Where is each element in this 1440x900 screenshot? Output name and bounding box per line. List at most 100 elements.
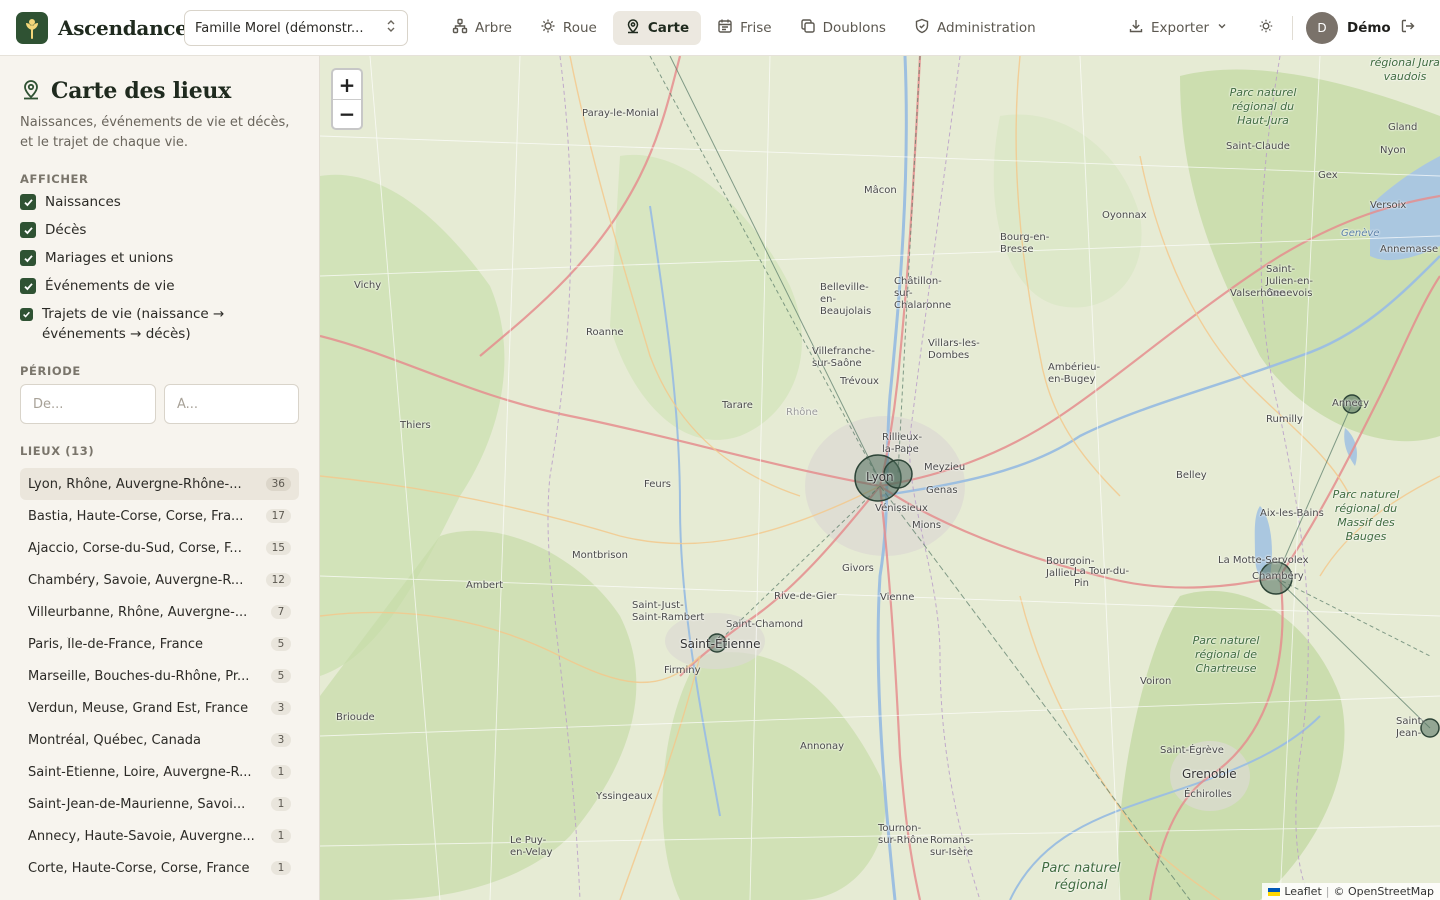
theme-toggle-button[interactable] xyxy=(1252,14,1280,42)
nav-frise[interactable]: Frise xyxy=(705,11,783,45)
place-item[interactable]: Annecy, Haute-Savoie, Auvergne... 1 xyxy=(20,820,299,852)
nav-administration[interactable]: Administration xyxy=(902,11,1048,45)
nav-doublons[interactable]: Doublons xyxy=(788,11,898,45)
show-section-label: AFFICHER xyxy=(20,172,89,186)
sun-icon xyxy=(1258,18,1274,38)
place-item[interactable]: Paris, Île-de-France, France 5 xyxy=(20,628,299,660)
main-nav: Arbre Roue Carte Frise Doublons Administ… xyxy=(440,11,1048,45)
map-pin-icon xyxy=(20,78,42,104)
nav-carte[interactable]: Carte xyxy=(612,11,702,45)
map-label: Châtillon-sur-Chalaronne xyxy=(894,276,952,311)
places-section-label: LIEUX (13) xyxy=(20,444,95,458)
place-item[interactable]: Saint-Jean-de-Maurienne, Savoi... 1 xyxy=(20,788,299,820)
map-label: Rumilly xyxy=(1266,414,1303,425)
chevron-down-icon xyxy=(1216,20,1228,36)
zoom-in-button[interactable]: + xyxy=(333,70,361,99)
filter-naissances[interactable]: Naissances xyxy=(20,192,121,212)
place-item[interactable]: Saint-Étienne, Loire, Auvergne-R... 1 xyxy=(20,756,299,788)
leaflet-link[interactable]: Leaflet xyxy=(1284,885,1321,898)
export-label: Exporter xyxy=(1151,20,1210,36)
map-label: Gland xyxy=(1388,122,1418,133)
export-button[interactable]: Exporter xyxy=(1120,11,1236,45)
place-item[interactable]: Bastia, Haute-Corse, Corse, Fra... 17 xyxy=(20,500,299,532)
shield-icon xyxy=(914,18,930,38)
place-item[interactable]: Chambéry, Savoie, Auvergne-R... 12 xyxy=(20,564,299,596)
map-label: Nyon xyxy=(1380,145,1406,156)
place-item[interactable]: Ajaccio, Corse-du-Sud, Corse, F... 15 xyxy=(20,532,299,564)
filter-evenements[interactable]: Événements de vie xyxy=(20,276,175,296)
map-label: Saint-Jean-de-Maurienne xyxy=(1396,716,1426,739)
checkbox-checked-icon[interactable] xyxy=(20,222,36,238)
place-item[interactable]: Montréal, Québec, Canada 3 xyxy=(20,724,299,756)
place-count-badge: 5 xyxy=(271,669,291,683)
place-item[interactable]: Marseille, Bouches-du-Rhône, Pr... 5 xyxy=(20,660,299,692)
map-label: Versoix xyxy=(1370,200,1407,211)
map-label: La Motte-Servolex xyxy=(1218,555,1309,566)
map-label: Saint-Just-Saint-Rambert xyxy=(632,600,705,623)
place-name: Corte, Haute-Corse, Corse, France xyxy=(28,860,250,876)
map-label: Parc naturel régional du Haut-Jura xyxy=(1229,86,1297,127)
period-to-input[interactable] xyxy=(164,384,299,424)
nav-roue[interactable]: Roue xyxy=(528,11,609,45)
page-title: Carte des lieux xyxy=(51,78,231,104)
map-label: Tarare xyxy=(722,400,753,411)
map-label: Rive-de-Gier xyxy=(774,591,837,602)
chevron-up-down-icon xyxy=(385,19,397,37)
map-label: Vienne xyxy=(880,592,915,603)
place-item[interactable]: Verdun, Meuse, Grand Est, France 3 xyxy=(20,692,299,724)
map-label: Saint-Égrève xyxy=(1160,745,1224,756)
brand[interactable]: Ascendance xyxy=(16,12,188,44)
flag-icon xyxy=(1268,887,1281,896)
checkbox-checked-icon[interactable] xyxy=(20,308,33,321)
map-label: Vénissieux xyxy=(875,503,928,514)
checkbox-checked-icon[interactable] xyxy=(20,250,36,266)
filter-trajets[interactable]: Trajets de vie (naissance → événements →… xyxy=(20,304,250,344)
place-name: Montréal, Québec, Canada xyxy=(28,732,202,748)
logout-button[interactable] xyxy=(1396,16,1420,40)
zoom-out-button[interactable]: − xyxy=(333,99,361,128)
map-label: Trévoux xyxy=(840,376,879,387)
map-label: Échirolles xyxy=(1184,789,1232,800)
download-icon xyxy=(1128,18,1144,38)
map-label: régional Jura vaudois xyxy=(1370,56,1440,83)
map-label: Parc naturel régional de Chartreuse xyxy=(1192,634,1260,675)
map-label: Thiers xyxy=(400,420,431,431)
place-name: Saint-Étienne, Loire, Auvergne-R... xyxy=(28,764,252,780)
nav-arbre[interactable]: Arbre xyxy=(440,11,524,45)
map-label: Rhône xyxy=(786,407,818,418)
place-count-badge: 1 xyxy=(271,829,291,843)
map-label: Montbrison xyxy=(572,550,628,561)
sun-icon xyxy=(540,18,556,38)
tree-selector[interactable]: Famille Morel (démonstr... xyxy=(184,10,408,46)
place-name: Annecy, Haute-Savoie, Auvergne... xyxy=(28,828,255,844)
map-label: Roanne xyxy=(586,327,624,338)
filter-mariages[interactable]: Mariages et unions xyxy=(20,248,173,268)
map-attribution: Leaflet | © OpenStreetMap xyxy=(1262,883,1440,900)
map-label: Parc naturel régional xyxy=(1041,861,1121,893)
map-label: Annonay xyxy=(800,741,845,752)
period-from-input[interactable] xyxy=(20,384,156,424)
tree-icon xyxy=(452,18,468,38)
map-label: Belley xyxy=(1176,470,1207,481)
filter-label: Naissances xyxy=(45,194,121,210)
map-label: Tournon-sur-Rhône xyxy=(878,823,929,846)
filter-deces[interactable]: Décès xyxy=(20,220,86,240)
map-label: Mâcon xyxy=(864,185,897,196)
map-label: Feurs xyxy=(644,479,672,490)
user-menu[interactable]: D Démo xyxy=(1306,12,1391,44)
checkbox-checked-icon[interactable] xyxy=(20,278,36,294)
place-count-badge: 17 xyxy=(265,509,291,523)
place-count-badge: 7 xyxy=(271,605,291,619)
osm-link[interactable]: © OpenStreetMap xyxy=(1333,885,1434,898)
place-item[interactable]: Lyon, Rhône, Auvergne-Rhône-... 36 xyxy=(20,468,299,500)
map-label: Saint-Chamond xyxy=(726,619,804,630)
map-label: Firminy xyxy=(664,665,701,676)
filter-label: Événements de vie xyxy=(45,278,175,294)
map-label: Grenoble xyxy=(1182,767,1237,781)
checkbox-checked-icon[interactable] xyxy=(20,194,36,210)
sidebar-header: Carte des lieux xyxy=(20,78,231,104)
place-count-badge: 15 xyxy=(265,541,291,555)
map-view[interactable]: Paray-le-Monial Mâcon Bourg-en-Bresse Oy… xyxy=(320,56,1440,900)
place-item[interactable]: Corte, Haute-Corse, Corse, France 1 xyxy=(20,852,299,884)
place-item[interactable]: Villeurbanne, Rhône, Auvergne-... 7 xyxy=(20,596,299,628)
